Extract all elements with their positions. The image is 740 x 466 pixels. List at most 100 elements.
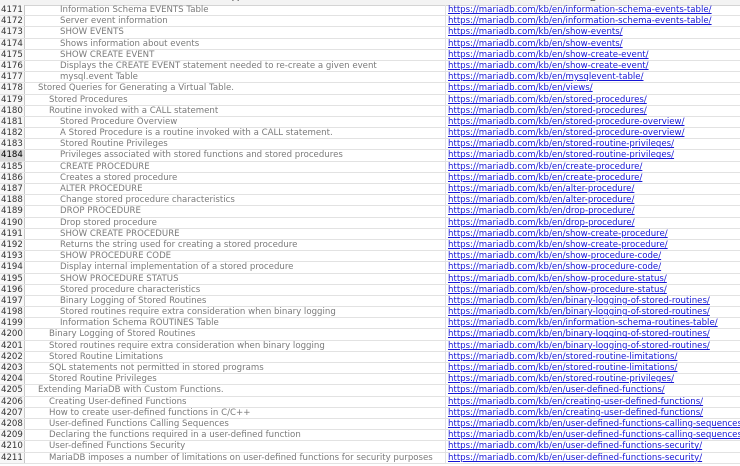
cell-link[interactable]: https://mariadb.com/kb/en/views/ bbox=[446, 83, 740, 93]
cell-link[interactable]: https://mariadb.com/kb/en/alter-procedur… bbox=[446, 195, 740, 205]
cell-link[interactable]: https://mariadb.com/kb/en/stored-routine… bbox=[446, 150, 740, 160]
cell-topic[interactable]: Stored Routine Limitations bbox=[25, 351, 446, 362]
cell-topic[interactable]: DROP PROCEDURE bbox=[25, 206, 446, 217]
row-number[interactable]: 4195 bbox=[0, 273, 25, 284]
cell-topic[interactable]: Binary Logging of Stored Routines bbox=[25, 295, 446, 307]
cell-topic[interactable]: Stored Routine Privileges bbox=[25, 374, 446, 385]
row-number[interactable]: 4201 bbox=[0, 340, 25, 351]
row-number[interactable]: 4180 bbox=[0, 105, 25, 116]
cell-link[interactable]: https://mariadb.com/kb/en/user-defined-f… bbox=[446, 453, 740, 463]
cell-link[interactable]: https://mariadb.com/kb/en/alter-procedur… bbox=[446, 184, 740, 194]
cell-link[interactable]: https://mariadb.com/kb/en/binary-logging… bbox=[446, 329, 740, 339]
cell-link[interactable]: https://mariadb.com/kb/en/binary-logging… bbox=[446, 296, 740, 306]
cell-link[interactable]: https://mariadb.com/kb/en/stored-routine… bbox=[446, 374, 740, 384]
row-number[interactable]: 4172 bbox=[0, 16, 25, 27]
cell-link[interactable]: https://mariadb.com/kb/en/stored-procedu… bbox=[446, 95, 740, 105]
cell-link[interactable]: https://mariadb.com/kb/en/user-defined-f… bbox=[446, 441, 740, 451]
cell-topic[interactable]: Change stored procedure characteristics bbox=[25, 195, 446, 206]
cell-topic[interactable]: Shows information about events bbox=[25, 38, 446, 49]
row-number[interactable]: 4184 bbox=[0, 150, 25, 161]
cell-topic[interactable]: Creates a stored procedure bbox=[25, 172, 446, 183]
cell-link[interactable]: https://mariadb.com/kb/en/information-sc… bbox=[446, 5, 740, 15]
row-number[interactable]: 4192 bbox=[0, 239, 25, 251]
cell-link[interactable]: https://mariadb.com/kb/en/show-procedure… bbox=[446, 262, 740, 272]
row-number[interactable]: 4197 bbox=[0, 295, 25, 307]
cell-link[interactable]: https://mariadb.com/kb/en/information-sc… bbox=[446, 318, 740, 328]
cell-topic[interactable]: Stored routines require extra considerat… bbox=[25, 340, 446, 351]
cell-topic[interactable]: mysql.event Table bbox=[25, 72, 446, 83]
cell-link[interactable]: https://mariadb.com/kb/en/stored-procedu… bbox=[446, 106, 740, 116]
row-number[interactable]: 4182 bbox=[0, 128, 25, 139]
cell-topic[interactable]: Drop stored procedure bbox=[25, 217, 446, 228]
row-number[interactable]: 4187 bbox=[0, 184, 25, 195]
cell-link[interactable]: https://mariadb.com/kb/en/create-procedu… bbox=[446, 162, 740, 172]
row-number[interactable]: 4206 bbox=[0, 396, 25, 407]
cell-link[interactable]: https://mariadb.com/kb/en/show-create-ev… bbox=[446, 61, 740, 71]
row-number[interactable]: 4188 bbox=[0, 195, 25, 206]
cell-topic[interactable]: Server event information bbox=[25, 16, 446, 27]
row-number[interactable]: 4208 bbox=[0, 418, 25, 430]
row-number[interactable]: 4190 bbox=[0, 217, 25, 228]
cell-topic[interactable]: Stored Procedures bbox=[25, 94, 446, 105]
cell-link[interactable]: https://mariadb.com/kb/en/user-defined-f… bbox=[446, 419, 740, 429]
row-number[interactable]: 4198 bbox=[0, 307, 25, 318]
column-header-b[interactable]: B bbox=[446, 0, 740, 4]
row-number[interactable]: 4194 bbox=[0, 262, 25, 273]
cell-topic[interactable]: Returns the string used for creating a s… bbox=[25, 239, 446, 251]
cell-topic[interactable]: Declaring the functions required in a us… bbox=[25, 430, 446, 441]
cell-link[interactable]: https://mariadb.com/kb/en/stored-procedu… bbox=[446, 128, 740, 138]
row-number[interactable]: 4191 bbox=[0, 228, 25, 239]
cell-topic[interactable]: Stored procedure characteristics bbox=[25, 284, 446, 295]
cell-topic[interactable]: SHOW CREATE PROCEDURE bbox=[25, 228, 446, 239]
cell-topic[interactable]: User-defined Functions Calling Sequences bbox=[25, 418, 446, 430]
cell-topic[interactable]: SHOW PROCEDURE CODE bbox=[25, 251, 446, 262]
row-number[interactable]: 4199 bbox=[0, 318, 25, 329]
row-number[interactable]: 4173 bbox=[0, 27, 25, 38]
cell-link[interactable]: https://mariadb.com/kb/en/show-procedure… bbox=[446, 285, 740, 295]
row-number[interactable]: 4183 bbox=[0, 139, 25, 150]
cell-topic[interactable]: MariaDB imposes a number of limitations … bbox=[25, 452, 446, 463]
cell-topic[interactable]: Stored routines require extra considerat… bbox=[25, 307, 446, 318]
cell-link[interactable]: https://mariadb.com/kb/en/binary-logging… bbox=[446, 341, 740, 351]
row-number[interactable]: 4174 bbox=[0, 38, 25, 49]
cell-topic[interactable]: Privileges associated with stored functi… bbox=[25, 150, 446, 161]
row-number[interactable]: 4179 bbox=[0, 94, 25, 105]
row-number[interactable]: 4211 bbox=[0, 452, 25, 463]
cell-topic[interactable]: Binary Logging of Stored Routines bbox=[25, 329, 446, 340]
cell-link[interactable]: https://mariadb.com/kb/en/show-procedure… bbox=[446, 274, 740, 284]
row-number[interactable]: 4176 bbox=[0, 60, 25, 72]
cell-topic[interactable]: Information Schema EVENTS Table bbox=[25, 5, 446, 16]
cell-topic[interactable]: Routine invoked with a CALL statement bbox=[25, 105, 446, 116]
cell-link[interactable]: https://mariadb.com/kb/en/show-events/ bbox=[446, 27, 740, 37]
cell-link[interactable]: https://mariadb.com/kb/en/binary-logging… bbox=[446, 307, 740, 317]
cell-topic[interactable]: Displays the CREATE EVENT statement need… bbox=[25, 60, 446, 72]
row-number[interactable]: 4189 bbox=[0, 206, 25, 217]
row-number[interactable]: 4193 bbox=[0, 251, 25, 262]
cell-link[interactable]: https://mariadb.com/kb/en/stored-routine… bbox=[446, 139, 740, 149]
cell-link[interactable]: https://mariadb.com/kb/en/user-defined-f… bbox=[446, 430, 740, 440]
cell-link[interactable]: https://mariadb.com/kb/en/show-events/ bbox=[446, 39, 740, 49]
cell-topic[interactable]: Creating User-defined Functions bbox=[25, 396, 446, 407]
row-number[interactable]: 4209 bbox=[0, 430, 25, 441]
cell-topic[interactable]: CREATE PROCEDURE bbox=[25, 161, 446, 172]
spreadsheet[interactable]: A B 4171Information Schema EVENTS Tableh… bbox=[0, 0, 740, 466]
cell-link[interactable]: https://mariadb.com/kb/en/information-sc… bbox=[446, 16, 740, 26]
cell-topic[interactable]: A Stored Procedure is a routine invoked … bbox=[25, 128, 446, 139]
row-number[interactable]: 4171 bbox=[0, 5, 25, 16]
row-number[interactable]: 4185 bbox=[0, 161, 25, 172]
cell-link[interactable]: https://mariadb.com/kb/en/creating-user-… bbox=[446, 408, 740, 418]
cell-link[interactable]: https://mariadb.com/kb/en/stored-procedu… bbox=[446, 117, 740, 127]
row-number[interactable]: 4186 bbox=[0, 172, 25, 183]
cell-topic[interactable]: Stored Procedure Overview bbox=[25, 116, 446, 128]
cell-topic[interactable]: SHOW PROCEDURE STATUS bbox=[25, 273, 446, 284]
cell-topic[interactable]: SHOW CREATE EVENT bbox=[25, 49, 446, 60]
cell-link[interactable]: https://mariadb.com/kb/en/show-create-pr… bbox=[446, 229, 740, 239]
row-number[interactable]: 4178 bbox=[0, 83, 25, 94]
cell-link[interactable]: https://mariadb.com/kb/en/stored-routine… bbox=[446, 352, 740, 362]
row-number[interactable]: 4175 bbox=[0, 49, 25, 60]
cell-topic[interactable]: SHOW EVENTS bbox=[25, 27, 446, 38]
row-number[interactable]: 4204 bbox=[0, 374, 25, 385]
cell-link[interactable]: https://mariadb.com/kb/en/show-create-pr… bbox=[446, 240, 740, 250]
cell-link[interactable]: https://mariadb.com/kb/en/drop-procedure… bbox=[446, 218, 740, 228]
cell-topic[interactable]: User-defined Functions Security bbox=[25, 441, 446, 452]
